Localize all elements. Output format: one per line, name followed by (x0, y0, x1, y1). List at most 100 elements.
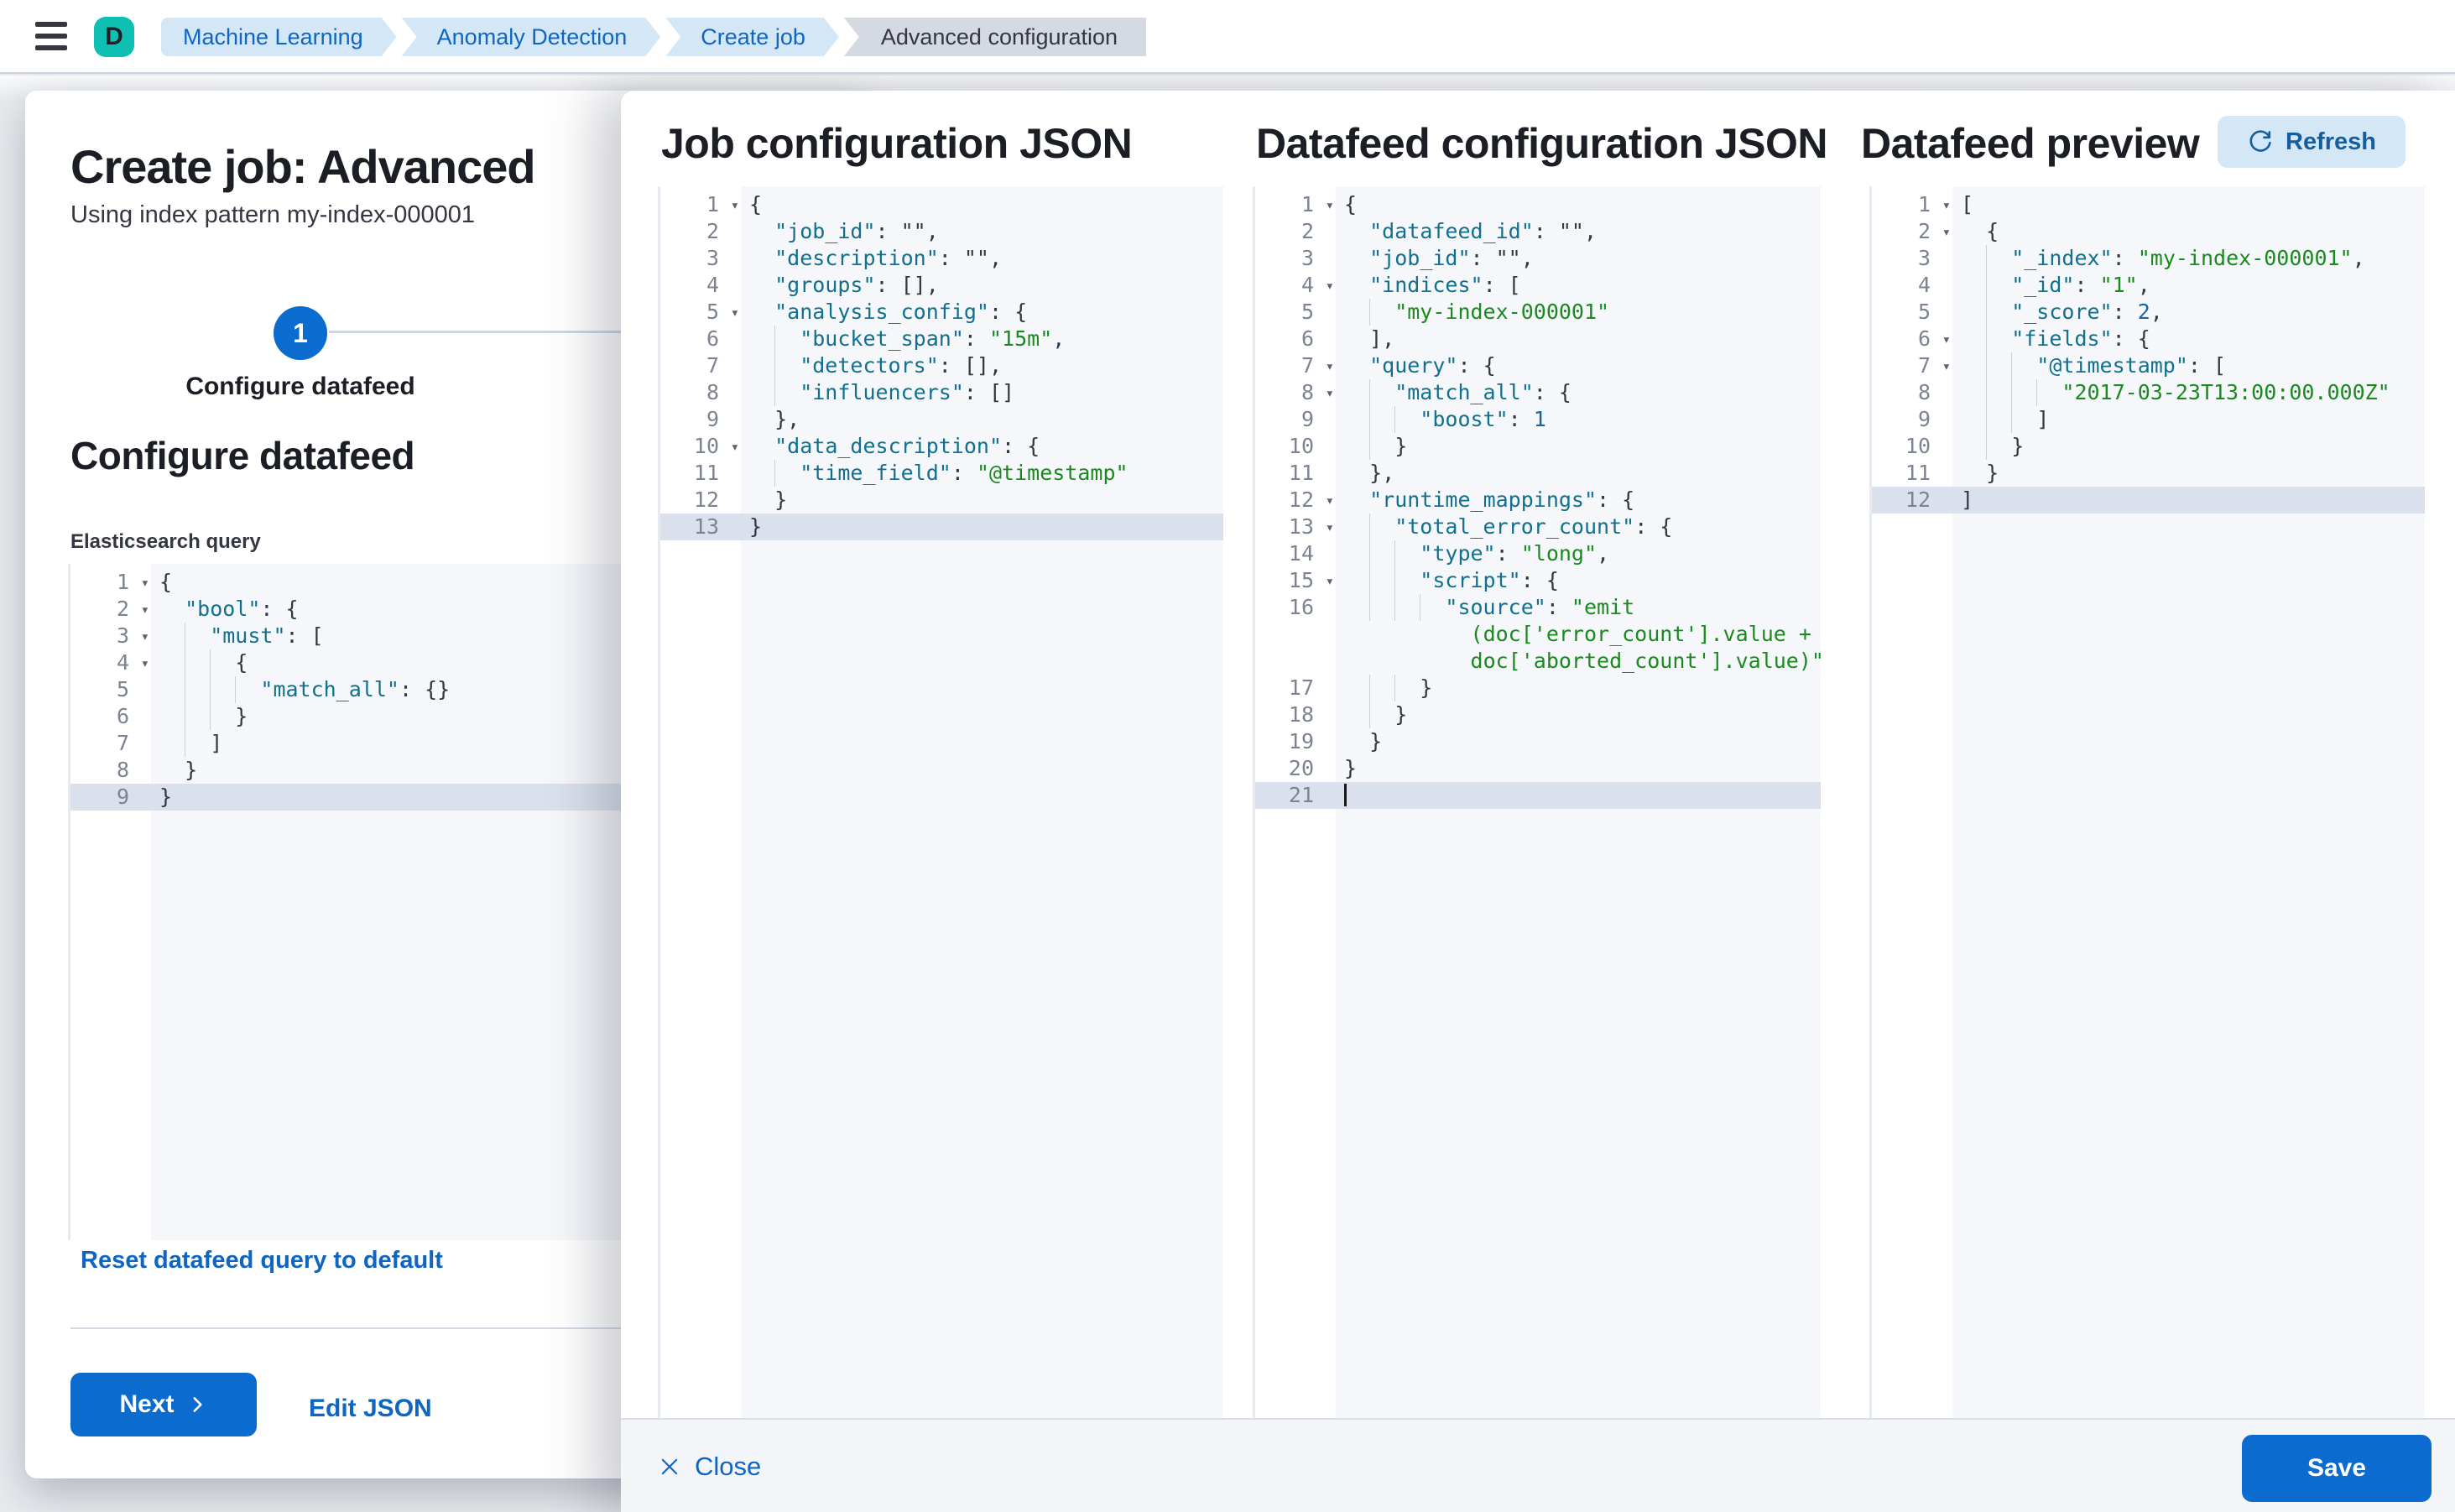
flyout-footer: Close Save (621, 1418, 2455, 1512)
line-number: 3 (660, 245, 741, 272)
indent-guide (1369, 406, 1394, 433)
fold-arrow-icon[interactable]: ▾ (141, 597, 149, 623)
line-number: 12 (660, 487, 741, 514)
fold-arrow-icon[interactable]: ▾ (1326, 514, 1334, 541)
code-line: 17 } (1255, 675, 1821, 701)
line-number: 12 (1872, 487, 1952, 514)
indent-guide (1369, 701, 1394, 728)
fold-arrow-icon[interactable]: ▾ (731, 192, 739, 219)
indent-guide (774, 379, 800, 406)
fold-arrow-icon[interactable]: ▾ (1326, 192, 1334, 219)
fold-arrow-icon[interactable]: ▾ (1326, 487, 1334, 514)
page-title: Create job: Advanced (70, 139, 535, 194)
indent-guide (1369, 379, 1394, 406)
line-number: 1▾ (1872, 191, 1952, 218)
code-line: 6 ], (1255, 326, 1821, 352)
line-number: 9 (660, 406, 741, 433)
code-line: 11 } (1872, 460, 2425, 487)
line-number: 2 (1255, 218, 1336, 245)
line-number: 15▾ (1255, 567, 1336, 594)
indent-guide (1986, 352, 2011, 379)
code-line: 4 "_id": "1", (1872, 272, 2425, 299)
save-button[interactable]: Save (2242, 1435, 2432, 1502)
datafeed-configuration-editor[interactable]: 1▾{2 "datafeed_id": "",3 "job_id": "",4▾… (1253, 186, 1821, 1418)
code-line: 2 "datafeed_id": "", (1255, 218, 1821, 245)
line-number: 6 (70, 703, 151, 730)
code-line: 10 } (1872, 433, 2425, 460)
line-number: 17 (1255, 675, 1336, 701)
code-line: 16 "source": "emit (1255, 594, 1821, 621)
text-cursor (1344, 784, 1347, 806)
code-line: 1▾[ (1872, 191, 2425, 218)
code-line: 4 "groups": [], (660, 272, 1223, 299)
fold-arrow-icon[interactable]: ▾ (1326, 273, 1334, 300)
fold-arrow-icon[interactable]: ▾ (731, 300, 739, 326)
job-configuration-title: Job configuration JSON (661, 119, 1132, 168)
code-line: 15▾ "script": { (1255, 567, 1821, 594)
code-line: 21 (1255, 782, 1821, 809)
breadcrumb-create-job[interactable]: Create job (665, 18, 839, 56)
code-line: 2▾ { (1872, 218, 2425, 245)
edit-json-link[interactable]: Edit JSON (309, 1395, 432, 1423)
code-line: 2 "job_id": "", (660, 218, 1223, 245)
indent-guide (1986, 406, 2011, 433)
menu-icon[interactable] (35, 22, 67, 50)
line-number: 19 (1255, 728, 1336, 755)
chevron-right-icon (186, 1394, 208, 1416)
edit-json-flyout: Job configuration JSON Datafeed configur… (621, 91, 2455, 1512)
line-number: 7▾ (1872, 352, 1952, 379)
code-line: 19 } (1255, 728, 1821, 755)
line-number: 11 (1872, 460, 1952, 487)
code-line: 1▾{ (1255, 191, 1821, 218)
indent-guide (1394, 594, 1420, 621)
code-line: 5 "my-index-000001" (1255, 299, 1821, 326)
indent-guide (774, 352, 800, 379)
indent-guide (2011, 406, 2036, 433)
code-line: 20} (1255, 755, 1821, 782)
fold-arrow-icon[interactable]: ▾ (1942, 326, 1951, 353)
indent-guide (1369, 567, 1394, 594)
fold-arrow-icon[interactable]: ▾ (1942, 353, 1951, 380)
reset-query-link[interactable]: Reset datafeed query to default (81, 1247, 443, 1275)
fold-arrow-icon[interactable]: ▾ (141, 650, 149, 677)
line-number: 4▾ (1255, 272, 1336, 299)
code-line: 9 ] (1872, 406, 2425, 433)
fold-arrow-icon[interactable]: ▾ (1942, 219, 1951, 246)
next-button[interactable]: Next (70, 1373, 257, 1436)
section-heading: Configure datafeed (70, 433, 414, 478)
close-button[interactable]: Close (658, 1442, 761, 1492)
fold-arrow-icon[interactable]: ▾ (141, 623, 149, 650)
space-avatar[interactable]: D (94, 17, 134, 57)
code-line: doc['aborted_count'].value)" (1255, 648, 1821, 675)
step-1-label: Configure datafeed (133, 373, 468, 401)
next-button-label: Next (119, 1390, 174, 1419)
datafeed-preview-editor[interactable]: 1▾[2▾ {3 "_index": "my-index-000001",4 "… (1869, 186, 2425, 1418)
step-1-circle[interactable]: 1 (274, 306, 327, 360)
code-line: 6▾ "fields": { (1872, 326, 2425, 352)
fold-arrow-icon[interactable]: ▾ (1326, 568, 1334, 595)
line-number: 6▾ (1872, 326, 1952, 352)
code-line: 13} (660, 514, 1223, 540)
breadcrumb-machine-learning[interactable]: Machine Learning (161, 18, 397, 56)
fold-arrow-icon[interactable]: ▾ (1326, 380, 1334, 407)
fold-arrow-icon[interactable]: ▾ (141, 570, 149, 597)
fold-arrow-icon[interactable]: ▾ (1326, 353, 1334, 380)
job-configuration-editor[interactable]: 1▾{2 "job_id": "",3 "description": "",4 … (658, 186, 1223, 1418)
code-line: 3 "job_id": "", (1255, 245, 1821, 272)
line-number: 5 (1255, 299, 1336, 326)
line-number: 4 (1872, 272, 1952, 299)
indent-guide (185, 730, 210, 757)
refresh-button-label: Refresh (2286, 128, 2376, 156)
code-line: 12▾ "runtime_mappings": { (1255, 487, 1821, 514)
breadcrumb-anomaly-detection[interactable]: Anomaly Detection (402, 18, 661, 56)
datafeed-preview-title: Datafeed preview (1861, 119, 2199, 168)
fold-arrow-icon[interactable]: ▾ (1942, 192, 1951, 219)
indent-guide (2011, 379, 2036, 406)
refresh-button[interactable]: Refresh (2218, 116, 2405, 168)
close-icon (658, 1455, 681, 1478)
line-number: 6 (1255, 326, 1336, 352)
page-subtitle: Using index pattern my-index-000001 (70, 201, 475, 229)
code-line: 3 "_index": "my-index-000001", (1872, 245, 2425, 272)
indent-guide (1986, 245, 2011, 272)
fold-arrow-icon[interactable]: ▾ (731, 434, 739, 461)
